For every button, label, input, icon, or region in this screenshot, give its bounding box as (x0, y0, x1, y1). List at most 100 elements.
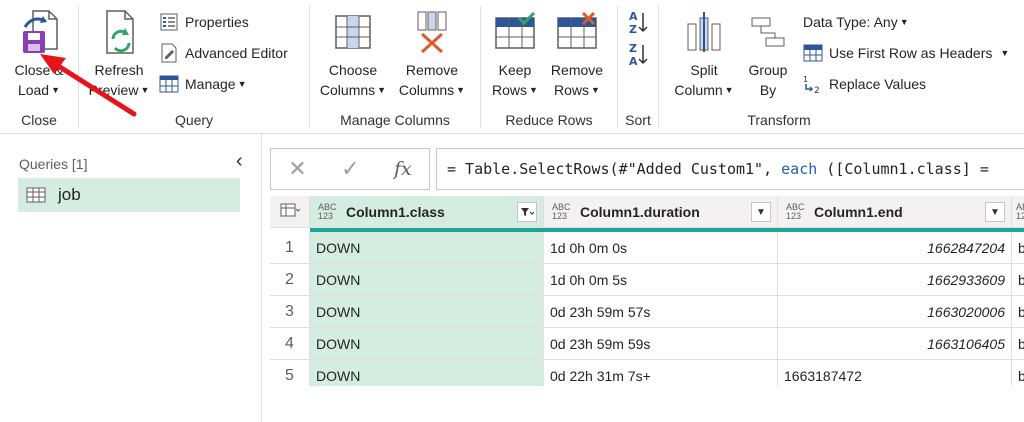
refresh-preview-label-line2: Preview (88, 82, 139, 98)
column-header-label: Column1.duration (580, 203, 700, 220)
properties-icon (159, 12, 179, 32)
reduce-rows-group-label: Reduce Rows (505, 112, 593, 128)
cell-end[interactable]: 1662933609 (778, 264, 1012, 296)
queries-pane-title: Queries [1] (19, 156, 88, 172)
cell-duration[interactable]: 0d 23h 59m 59s (544, 328, 778, 360)
group-by-label-line1: Group (748, 62, 788, 78)
keep-rows-label-line2: Rows (492, 82, 528, 98)
close-load-button[interactable]: Close & Load ▼ (6, 4, 72, 100)
filter-applied-icon[interactable] (517, 202, 537, 222)
manage-button[interactable]: Manage ▼ (159, 72, 247, 96)
manage-label: Manage (185, 76, 236, 92)
data-type-label: Data Type: Any (803, 14, 898, 30)
cell-duration[interactable]: 0d 22h 31m 7s+ (544, 360, 778, 386)
sort-descending-button[interactable]: ZA (626, 40, 650, 68)
cell-partial[interactable]: b (1012, 232, 1024, 264)
group-by-button[interactable]: Group By (743, 4, 793, 100)
formula-prefix: = Table.SelectRows(#"Added Custom1", (447, 160, 782, 178)
choose-columns-icon (316, 4, 390, 60)
transform-group: Split Column ▼ Group By Data Type: Any ▼ U… (659, 0, 1024, 134)
formula-keyword: each (781, 160, 818, 178)
properties-button[interactable]: Properties (159, 10, 249, 34)
row-number: 3 (270, 296, 310, 328)
cell-class[interactable]: DOWN (310, 296, 544, 328)
column-header-duration[interactable]: ABC 123 Column1.duration ▼ (544, 196, 778, 228)
column-header-class[interactable]: ABC 123 Column1.class (310, 196, 544, 228)
remove-columns-label-line1: Remove (405, 62, 459, 78)
cell-end[interactable]: 1662847204 (778, 232, 1012, 264)
row-number: 1 (270, 232, 310, 264)
cell-partial[interactable]: b (1012, 360, 1024, 386)
group-by-label-line2: By (759, 82, 777, 98)
fx-icon[interactable]: fx (394, 158, 412, 180)
split-column-button[interactable]: Split Column ▼ (667, 4, 741, 100)
cell-class[interactable]: DOWN (310, 264, 544, 296)
query-group: Refresh Preview ▼ Properties Advanced Edi… (79, 0, 309, 134)
formula-input[interactable]: = Table.SelectRows(#"Added Custom1", eac… (436, 148, 1024, 190)
use-first-row-as-headers-button[interactable]: Use First Row as Headers ▼ (803, 41, 1009, 65)
remove-columns-icon (394, 4, 470, 60)
column-header-label: Column1.class (346, 203, 445, 220)
close-group-label: Close (21, 112, 57, 128)
cell-end[interactable]: 1663187472 (778, 360, 1012, 386)
properties-label: Properties (185, 14, 249, 30)
any-type-icon: ABC123 (318, 201, 337, 221)
replace-values-label: Replace Values (829, 76, 927, 92)
keep-rows-label-line1: Keep (498, 62, 532, 78)
collapse-pane-icon[interactable]: ‹ (236, 150, 243, 173)
chevron-down-icon: ▼ (456, 85, 466, 95)
cell-class[interactable]: DOWN (310, 328, 544, 360)
keep-rows-button[interactable]: Keep Rows ▼ (485, 4, 545, 100)
remove-rows-button[interactable]: Remove Rows ▼ (545, 4, 609, 100)
data-type-dropdown[interactable]: Data Type: Any ▼ (803, 10, 909, 34)
table-header-icon (803, 43, 823, 63)
manage-columns-group-label: Manage Columns (340, 112, 450, 128)
chevron-down-icon[interactable]: ▼ (985, 202, 1005, 222)
sort-group-label: Sort (625, 112, 651, 128)
close-load-label-line2: Load (17, 82, 50, 98)
choose-columns-button[interactable]: Choose Columns ▼ (316, 4, 390, 100)
sort-group: AZ ZA Sort (618, 0, 658, 134)
cell-class[interactable]: DOWN (310, 232, 544, 264)
split-column-icon (667, 4, 741, 60)
cell-partial[interactable]: b (1012, 328, 1024, 360)
remove-columns-button[interactable]: Remove Columns ▼ (394, 4, 470, 100)
close-load-label-line1: Close & (14, 62, 64, 78)
ribbon: Close & Load ▼ Close Refresh Preview ▼ P… (0, 0, 1024, 134)
svg-text:Z: Z (629, 42, 637, 55)
choose-columns-label-line1: Choose (328, 62, 378, 78)
cell-partial[interactable]: b (1012, 264, 1024, 296)
cancel-icon[interactable]: ✕ (288, 156, 306, 182)
any-type-icon: ABC123 (1016, 201, 1024, 221)
row-number: 4 (270, 328, 310, 360)
any-type-icon: ABC123 (552, 201, 571, 221)
chevron-down-icon: ▼ (591, 85, 600, 95)
table-corner-menu[interactable] (270, 196, 310, 228)
cell-duration[interactable]: 0d 23h 59m 57s (544, 296, 778, 328)
transform-group-label: Transform (747, 112, 811, 128)
chevron-down-icon: ▼ (899, 17, 909, 27)
advanced-editor-icon (159, 43, 179, 63)
cell-class[interactable]: DOWN (310, 360, 544, 386)
cell-end[interactable]: 1663106405 (778, 328, 1012, 360)
column-header-partial[interactable]: ABC123 (1012, 196, 1024, 228)
cell-partial[interactable]: b (1012, 296, 1024, 328)
cell-duration[interactable]: 1d 0h 0m 0s (544, 232, 778, 264)
sort-ascending-button[interactable]: AZ (626, 8, 650, 36)
data-grid: ABC 123 Column1.class ABC 123 Column1.dura… (270, 196, 1024, 386)
chevron-down-icon[interactable]: ▼ (751, 202, 771, 222)
advanced-editor-button[interactable]: Advanced Editor (159, 41, 288, 65)
chevron-down-icon: ▼ (1000, 48, 1010, 58)
chevron-down-icon: ▼ (724, 85, 734, 95)
check-icon[interactable]: ✓ (341, 156, 359, 182)
refresh-preview-button[interactable]: Refresh Preview ▼ (83, 4, 155, 100)
split-column-label-line1: Split (690, 62, 718, 78)
replace-values-button[interactable]: 12 Replace Values (803, 72, 926, 96)
cell-duration[interactable]: 1d 0h 0m 5s (544, 264, 778, 296)
query-item-job[interactable]: job (18, 178, 240, 212)
use-first-row-label: Use First Row as Headers (829, 45, 993, 61)
column-header-end[interactable]: ABC 123 Column1.end ▼ (778, 196, 1012, 228)
cell-end[interactable]: 1663020006 (778, 296, 1012, 328)
chevron-down-icon: ▼ (377, 85, 387, 95)
sort-ascending-icon: AZ (626, 8, 650, 36)
